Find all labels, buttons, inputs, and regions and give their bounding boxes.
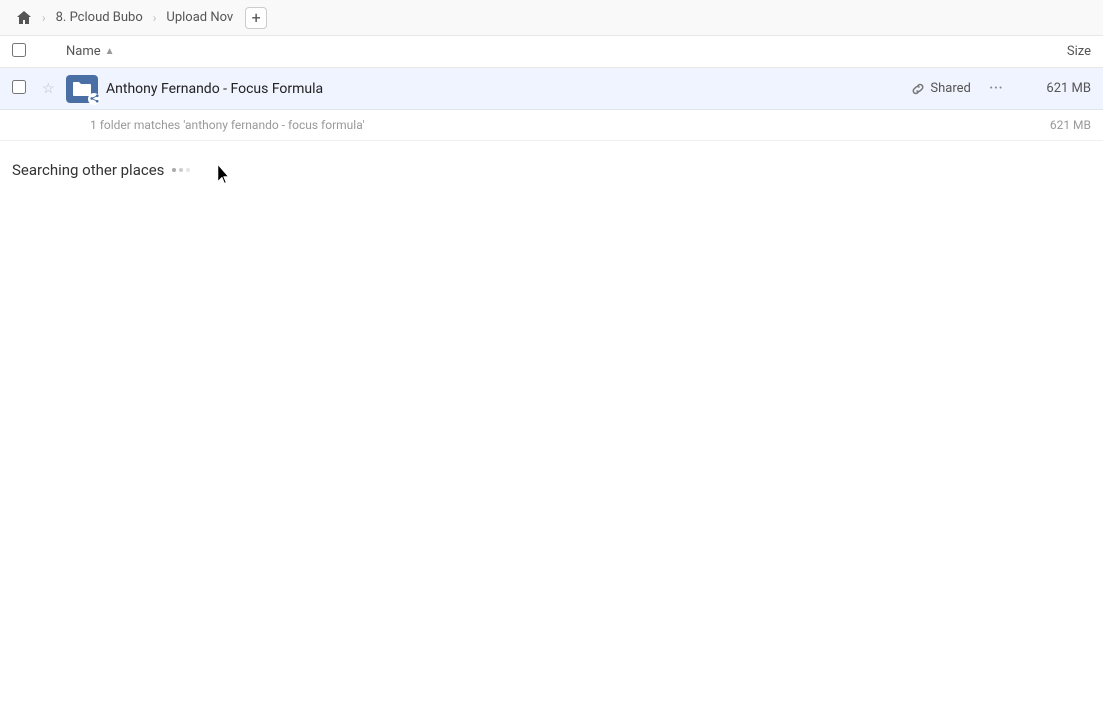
name-column-header[interactable]: Name ▲: [66, 44, 1011, 59]
breadcrumb-separator-1: ›: [42, 11, 46, 25]
file-size: 621 MB: [1021, 81, 1091, 96]
star-button[interactable]: ☆: [42, 81, 66, 97]
select-all-checkbox[interactable]: [12, 43, 26, 57]
dot-2: [179, 168, 183, 172]
searching-label: Searching other places: [12, 161, 164, 179]
breadcrumb-bar: › 8. Pcloud Bubo › Upload Nov +: [0, 0, 1103, 36]
summary-size: 621 MB: [1050, 118, 1091, 132]
summary-row: 1 folder matches 'anthony fernando - foc…: [0, 110, 1103, 141]
searching-section: Searching other places: [0, 141, 1103, 191]
row-checkbox[interactable]: [12, 80, 26, 94]
breadcrumb-upload-nov[interactable]: Upload Nov: [162, 8, 237, 27]
main-content: ☆ Anthony Fernando - Focus Fo: [0, 68, 1103, 191]
sort-indicator-icon: ▲: [105, 46, 115, 57]
summary-text: 1 folder matches 'anthony fernando - foc…: [90, 118, 364, 132]
name-column-label: Name: [66, 44, 101, 59]
size-column-header[interactable]: Size: [1011, 44, 1091, 59]
file-list-item[interactable]: ☆ Anthony Fernando - Focus Fo: [0, 68, 1103, 110]
home-breadcrumb[interactable]: [12, 6, 36, 30]
dot-3: [186, 168, 190, 172]
link-icon: [911, 82, 925, 96]
breadcrumb-separator-2: ›: [153, 11, 157, 25]
shared-label: Shared: [930, 81, 970, 96]
folder-icon-blue: [66, 75, 98, 103]
shared-badge: Shared: [911, 81, 970, 96]
loading-indicator: [172, 168, 190, 172]
column-header-row: Name ▲ Size: [0, 36, 1103, 68]
breadcrumb-pcloud[interactable]: 8. Pcloud Bubo: [52, 8, 147, 27]
row-checkbox-col[interactable]: [12, 80, 42, 98]
dot-1: [172, 168, 176, 172]
more-options-button[interactable]: ···: [983, 76, 1009, 101]
add-breadcrumb-button[interactable]: +: [245, 7, 267, 29]
select-all-checkbox-col[interactable]: [12, 43, 42, 61]
folder-icon: [66, 73, 98, 105]
file-name: Anthony Fernando - Focus Formula: [106, 81, 911, 97]
